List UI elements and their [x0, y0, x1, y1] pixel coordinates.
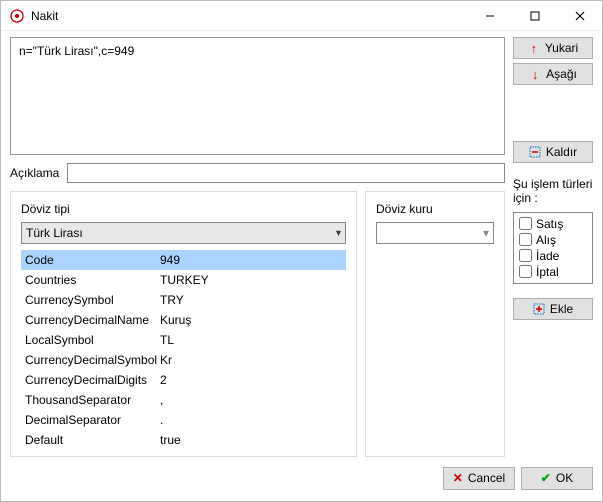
transaction-checkbox[interactable]: [519, 217, 532, 230]
property-row[interactable]: DecimalSeparator.: [21, 410, 346, 430]
property-row[interactable]: ThousandSeparator,: [21, 390, 346, 410]
app-icon: [10, 9, 24, 23]
aciklama-input[interactable]: [67, 163, 505, 183]
property-key: ThousandSeparator: [25, 393, 160, 407]
property-row[interactable]: CurrencyDecimalDigits2: [21, 370, 346, 390]
property-value: 949: [160, 253, 180, 267]
property-key: CurrencyDecimalSymbol: [25, 353, 160, 367]
doviz-kuru-label: Döviz kuru: [376, 202, 494, 216]
arrow-down-icon: ↓: [529, 68, 541, 80]
property-row[interactable]: Code949: [21, 250, 346, 270]
transaction-label: Satış: [536, 217, 563, 231]
transaction-type-row[interactable]: Alış: [519, 233, 587, 247]
property-key: Code: [25, 253, 160, 267]
property-row[interactable]: CurrencyDecimalNameKuruş: [21, 310, 346, 330]
main-textarea[interactable]: [10, 37, 505, 155]
property-key: CurrencyDecimalName: [25, 313, 160, 327]
titlebar: Nakit: [1, 1, 602, 31]
arrow-up-icon: ↑: [528, 42, 540, 54]
footer: ✕ Cancel ✔ OK: [1, 461, 602, 495]
yukari-button[interactable]: ↑ Yukari: [513, 37, 593, 59]
ok-label: OK: [556, 471, 573, 485]
currency-combo-value: Türk Lirası: [26, 226, 83, 240]
property-key: LocalSymbol: [25, 333, 160, 347]
ekle-button[interactable]: Ekle: [513, 298, 593, 320]
property-value: 2: [160, 373, 167, 387]
transaction-type-row[interactable]: Satış: [519, 217, 587, 231]
property-row[interactable]: CountriesTURKEY: [21, 270, 346, 290]
property-key: DecimalSeparator: [25, 413, 160, 427]
maximize-button[interactable]: [512, 1, 557, 30]
islem-turleri-label: Şu işlem türleri için :: [513, 177, 593, 206]
property-row[interactable]: CurrencyDecimalSymbolKr: [21, 350, 346, 370]
chevron-down-icon: ▾: [483, 226, 489, 240]
minimize-button[interactable]: [467, 1, 512, 30]
kaldir-button[interactable]: Kaldır: [513, 141, 593, 163]
property-value: true: [160, 433, 181, 447]
property-key: Default: [25, 433, 160, 447]
transaction-checkbox[interactable]: [519, 233, 532, 246]
currency-combo[interactable]: Türk Lirası ▾: [21, 222, 346, 244]
close-button[interactable]: [557, 1, 602, 30]
transaction-checkbox[interactable]: [519, 249, 532, 262]
cancel-button[interactable]: ✕ Cancel: [443, 467, 515, 490]
remove-icon: [529, 146, 541, 158]
asagi-label: Aşağı: [546, 67, 577, 81]
transaction-checkbox[interactable]: [519, 265, 532, 278]
yukari-label: Yukari: [545, 41, 578, 55]
cancel-label: Cancel: [468, 471, 505, 485]
chevron-down-icon: ▾: [336, 228, 341, 239]
transaction-label: İade: [536, 249, 559, 263]
ok-button[interactable]: ✔ OK: [521, 467, 593, 490]
property-value: Kr: [160, 353, 172, 367]
add-icon: [533, 303, 545, 315]
window-title: Nakit: [31, 9, 467, 23]
property-row[interactable]: LocalSymbolTL: [21, 330, 346, 350]
asagi-button[interactable]: ↓ Aşağı: [513, 63, 593, 85]
property-value: TRY: [160, 293, 184, 307]
kaldir-label: Kaldır: [546, 145, 577, 159]
transaction-type-row[interactable]: İade: [519, 249, 587, 263]
property-key: Countries: [25, 273, 160, 287]
transaction-types-group: Satış Alış İade İptal: [513, 212, 593, 284]
aciklama-label: Açıklama: [10, 166, 59, 180]
property-value: Kuruş: [160, 313, 191, 327]
property-grid: Code949CountriesTURKEYCurrencySymbolTRYC…: [21, 250, 346, 450]
property-value: TURKEY: [160, 273, 209, 287]
rate-panel: Döviz kuru ▾: [365, 191, 505, 457]
property-key: CurrencyDecimalDigits: [25, 373, 160, 387]
ok-icon: ✔: [541, 471, 551, 485]
property-value: .: [160, 413, 163, 427]
property-row[interactable]: CurrencySymbolTRY: [21, 290, 346, 310]
transaction-type-row[interactable]: İptal: [519, 265, 587, 279]
rate-combo[interactable]: ▾: [376, 222, 494, 244]
property-value: ,: [160, 393, 163, 407]
doviz-tipi-label: Döviz tipi: [21, 202, 346, 216]
cancel-icon: ✕: [453, 471, 463, 485]
transaction-label: Alış: [536, 233, 556, 247]
property-value: TL: [160, 333, 174, 347]
transaction-label: İptal: [536, 265, 559, 279]
ekle-label: Ekle: [550, 302, 573, 316]
property-key: CurrencySymbol: [25, 293, 160, 307]
currency-panel: Döviz tipi Türk Lirası ▾ Code949Countrie…: [10, 191, 357, 457]
property-row[interactable]: Defaulttrue: [21, 430, 346, 450]
